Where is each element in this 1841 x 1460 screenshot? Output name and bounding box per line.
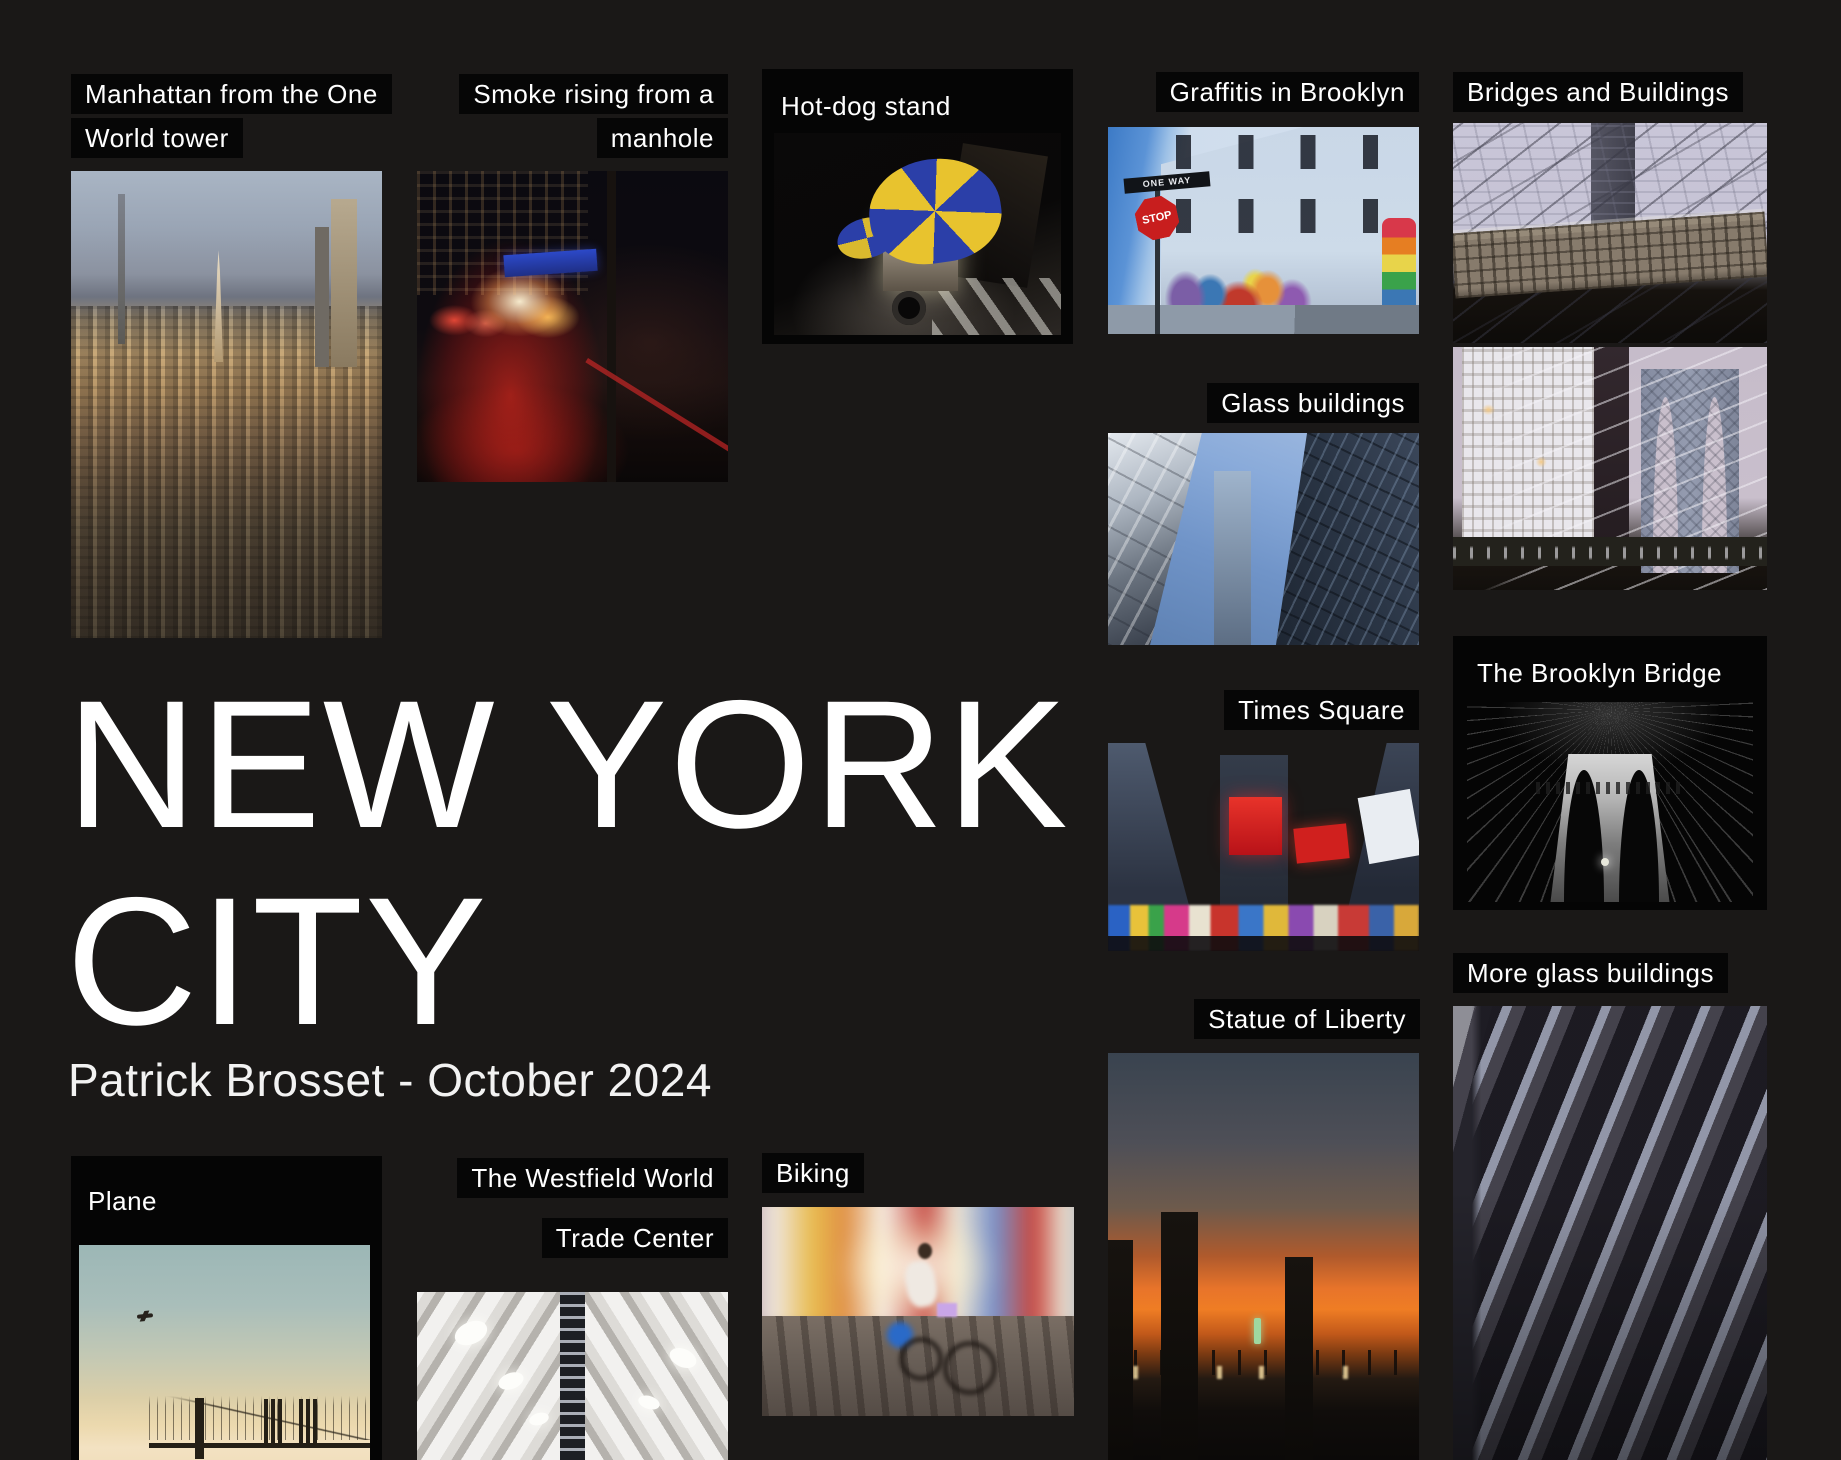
caption-smoke-line1: Smoke rising from a (459, 74, 728, 114)
crowd-silhouette (1108, 936, 1419, 951)
page-subtitle: Patrick Brosset - October 2024 (68, 1053, 712, 1107)
caption-westfield-line1: The Westfield World (457, 1158, 728, 1198)
cyclist-head (918, 1243, 932, 1259)
photo-hotdog-stand (774, 133, 1061, 335)
pier-pillar-2 (1161, 1212, 1198, 1460)
photo-gallery-page: Manhattan from the One World tower Smoke… (0, 0, 1841, 1460)
cyclist-bag (937, 1303, 957, 1317)
facade-shadow (1453, 1006, 1767, 1460)
pier-pillar-3 (1285, 1257, 1313, 1460)
title-line1: NEW YORK (66, 662, 1070, 866)
caption-bridges: Bridges and Buildings (1453, 72, 1743, 112)
photo-glass-buildings (1108, 433, 1419, 645)
center-tower (1214, 471, 1251, 645)
photo-times-square (1108, 743, 1419, 951)
oculus-skylight (560, 1292, 585, 1460)
statue-of-liberty-silhouette (1254, 1318, 1261, 1344)
page-title: NEW YORKCITY (66, 666, 1070, 1060)
glass-tower-right (1264, 433, 1420, 645)
photo-bridge-deck (1453, 123, 1767, 343)
tower-right (331, 199, 357, 367)
photo-graffiti-brooklyn: ONE WAY STOP (1108, 127, 1419, 334)
photo-manhattan-skyline (71, 171, 382, 638)
bridge-cables-silhouette (149, 1391, 370, 1441)
red-billboard-2 (1293, 824, 1349, 865)
caption-manhattan-line1: Manhattan from the One (71, 74, 392, 114)
caption-statue: Statue of Liberty (1194, 999, 1420, 1039)
bridge-deck-silhouette (149, 1443, 370, 1448)
caption-brooklyn-bridge: The Brooklyn Bridge (1477, 658, 1722, 689)
title-line2: CITY (66, 859, 489, 1063)
white-billboard (1358, 789, 1419, 864)
red-billboard-1 (1229, 797, 1282, 855)
caption-glass: Glass buildings (1207, 383, 1419, 423)
caption-biking: Biking (762, 1153, 864, 1193)
caption-hotdog: Hot-dog stand (781, 91, 951, 122)
oculus-ribs-left (417, 1292, 560, 1460)
building-windows (1176, 135, 1406, 259)
figure-hotdog: Hot-dog stand (762, 69, 1073, 344)
cart-wheel (892, 291, 926, 325)
tower-band (1536, 782, 1685, 794)
bridge-tower-1 (264, 1399, 282, 1443)
caption-more-glass: More glass buildings (1453, 953, 1728, 993)
airplane-silhouette (137, 1313, 153, 1319)
photo-more-glass-buildings (1453, 1006, 1767, 1460)
photo-manhattan-bridge (1453, 347, 1767, 590)
bike-wheel-front (899, 1337, 943, 1381)
photo-brooklyn-bridge (1467, 702, 1753, 902)
caption-times-square: Times Square (1224, 690, 1419, 730)
caption-manhattan-line2: World tower (71, 118, 243, 158)
photo-plane-sunset (79, 1245, 370, 1460)
photo-westfield-oculus (417, 1292, 728, 1460)
bridge-silhouette (149, 1382, 370, 1453)
thin-tower (118, 194, 125, 343)
photo-statue-of-liberty (1108, 1053, 1419, 1460)
figure-brooklyn-bridge: The Brooklyn Bridge (1453, 636, 1767, 910)
oculus-ribs-right (585, 1292, 728, 1460)
pier-pillar-1 (1108, 1240, 1133, 1460)
chimney-silhouette (195, 1398, 204, 1458)
photo-biking (762, 1207, 1074, 1416)
caption-westfield-line2: Trade Center (542, 1218, 728, 1258)
tower-right-2 (315, 227, 329, 367)
figure-plane: Plane (71, 1156, 382, 1460)
caption-graffiti: Graffitis in Brooklyn (1156, 72, 1419, 112)
bike-wheel-rear (943, 1341, 997, 1395)
lit-windows (417, 171, 588, 295)
bridge-tower-2 (299, 1399, 317, 1443)
caption-plane: Plane (88, 1186, 157, 1217)
photo-smoke-manhole (417, 171, 728, 482)
truss-bridge-deck (1453, 537, 1767, 566)
caption-smoke-line2: manhole (597, 118, 728, 158)
street-pole (607, 171, 616, 482)
